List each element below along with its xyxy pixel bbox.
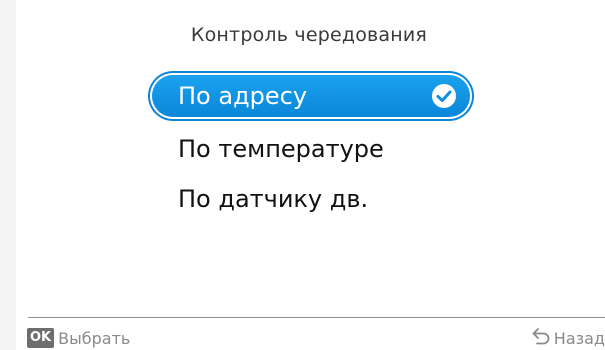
content-panel — [16, 0, 605, 350]
select-action[interactable]: OK Выбрать — [27, 328, 130, 348]
option-by-address[interactable]: По адресу — [152, 75, 470, 117]
option-label: По адресу — [178, 82, 308, 110]
back-label: Назад — [553, 328, 605, 348]
select-label: Выбрать — [58, 328, 131, 348]
return-arrow-icon — [531, 327, 551, 349]
footer-divider — [28, 317, 605, 318]
option-label: По датчику дв. — [178, 185, 369, 213]
page-title: Контроль чередования — [190, 24, 428, 46]
screen: Контроль чередования По адресу По темпер… — [0, 0, 605, 350]
back-action[interactable]: Назад — [531, 328, 605, 348]
ok-key-badge: OK — [27, 328, 55, 348]
option-by-motion-sensor[interactable]: По датчику дв. — [152, 178, 470, 220]
check-icon — [432, 84, 456, 108]
option-by-temperature[interactable]: По температуре — [152, 128, 470, 170]
option-label: По температуре — [178, 135, 384, 163]
